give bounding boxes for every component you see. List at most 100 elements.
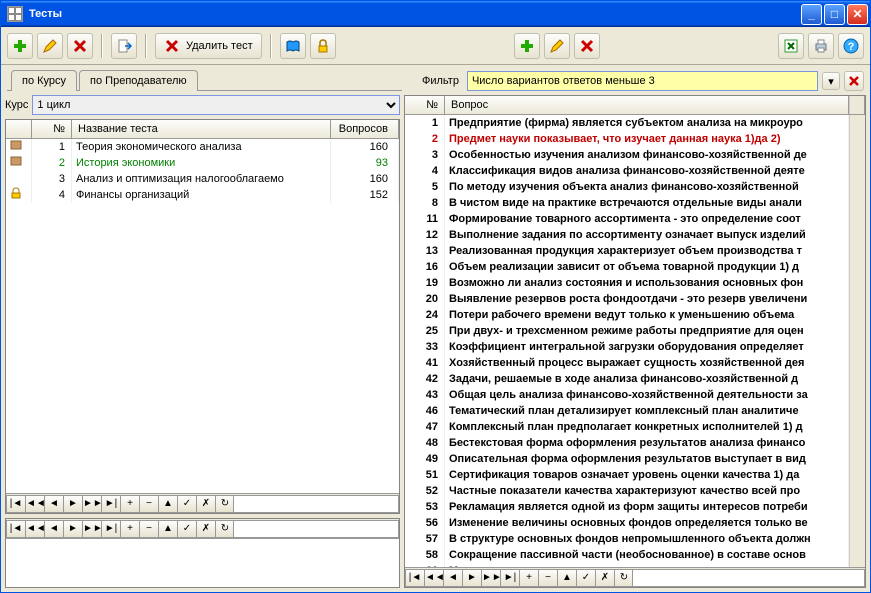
- table-row[interactable]: 57В структуре основных фондов непромышле…: [405, 531, 849, 547]
- table-row[interactable]: 25При двух- и трехсменном режиме работы …: [405, 323, 849, 339]
- nav-button[interactable]: +: [120, 520, 140, 538]
- lock-button[interactable]: [310, 33, 336, 59]
- filter-dropdown-button[interactable]: ▾: [822, 72, 840, 90]
- nav-button[interactable]: ◄: [44, 520, 64, 538]
- nav-button[interactable]: −: [538, 569, 558, 587]
- tab-by-course[interactable]: по Курсу: [11, 70, 77, 91]
- nav-button[interactable]: ✗: [196, 495, 216, 513]
- nav-button[interactable]: ►: [462, 569, 482, 587]
- add-button[interactable]: [7, 33, 33, 59]
- nav-button[interactable]: ✓: [576, 569, 596, 587]
- nav-button[interactable]: ▲: [158, 520, 178, 538]
- main-toolbar: Удалить тест ?: [1, 27, 870, 65]
- excel-button[interactable]: [778, 33, 804, 59]
- export-button[interactable]: [111, 33, 137, 59]
- nav-button[interactable]: ↻: [215, 495, 235, 513]
- col-header-num[interactable]: №: [32, 120, 72, 138]
- nav-button[interactable]: ◄◄: [25, 520, 45, 538]
- table-row[interactable]: 24Потери рабочего времени ведут только к…: [405, 307, 849, 323]
- add-question-button[interactable]: [514, 33, 540, 59]
- table-row[interactable]: 4Финансы организаций152: [6, 187, 399, 203]
- maximize-button[interactable]: □: [824, 4, 845, 25]
- nav-button[interactable]: ►|: [101, 495, 121, 513]
- table-row[interactable]: 2Предмет науки показывает, что изучает д…: [405, 131, 849, 147]
- print-button[interactable]: [808, 33, 834, 59]
- delete-question-button[interactable]: [574, 33, 600, 59]
- nav-button[interactable]: ↻: [215, 520, 235, 538]
- nav-button[interactable]: ►|: [500, 569, 520, 587]
- table-row[interactable]: 49Описательная форма оформления результа…: [405, 451, 849, 467]
- table-row[interactable]: 5По методу изучения объекта анализ финан…: [405, 179, 849, 195]
- nav-button[interactable]: ▲: [557, 569, 577, 587]
- nav-button[interactable]: ▲: [158, 495, 178, 513]
- nav-button[interactable]: +: [120, 495, 140, 513]
- nav-button[interactable]: −: [139, 495, 159, 513]
- nav-button[interactable]: ►: [63, 495, 83, 513]
- help-button[interactable]: ?: [838, 33, 864, 59]
- nav-button[interactable]: |◄: [6, 520, 26, 538]
- table-row[interactable]: 19Возможно ли анализ состояния и использ…: [405, 275, 849, 291]
- nav-button[interactable]: ✓: [177, 520, 197, 538]
- table-row[interactable]: 4Классификация видов анализа финансово-х…: [405, 163, 849, 179]
- nav-button[interactable]: ◄: [443, 569, 463, 587]
- table-row[interactable]: 20Выявление резервов роста фондоотдачи -…: [405, 291, 849, 307]
- close-button[interactable]: ✕: [847, 4, 868, 25]
- nav-button[interactable]: +: [519, 569, 539, 587]
- table-row[interactable]: 52Частные показатели качества характериз…: [405, 483, 849, 499]
- table-row[interactable]: 46Тематический план детализирует комплек…: [405, 403, 849, 419]
- table-row[interactable]: 1Предприятие (фирма) является субъектом …: [405, 115, 849, 131]
- view-tabs: по Курсу по Преподавателю: [7, 69, 402, 91]
- table-row[interactable]: 43Общая цель анализа финансово-хозяйстве…: [405, 387, 849, 403]
- table-row[interactable]: 51Сертификация товаров означает уровень …: [405, 467, 849, 483]
- table-row[interactable]: 1Теория экономического анализа160: [6, 139, 399, 155]
- nav-button[interactable]: ◄: [44, 495, 64, 513]
- nav-button[interactable]: |◄: [6, 495, 26, 513]
- table-row[interactable]: 41Хозяйственный процесс выражает сущност…: [405, 355, 849, 371]
- table-row[interactable]: 16Объем реализации зависит от объема тов…: [405, 259, 849, 275]
- table-row[interactable]: 8В чистом виде на практике встречаются о…: [405, 195, 849, 211]
- col-header-qnum[interactable]: №: [405, 96, 445, 114]
- nav-button[interactable]: ◄◄: [424, 569, 444, 587]
- table-row[interactable]: 12Выполнение задания по ассортименту озн…: [405, 227, 849, 243]
- table-row[interactable]: 13Реализованная продукция характеризует …: [405, 243, 849, 259]
- nav-button[interactable]: ◄◄: [25, 495, 45, 513]
- nav-button[interactable]: ↻: [614, 569, 634, 587]
- table-row[interactable]: 48Бестекстовая форма оформления результа…: [405, 435, 849, 451]
- nav-button[interactable]: ►|: [101, 520, 121, 538]
- nav-button[interactable]: ►: [63, 520, 83, 538]
- table-row[interactable]: 11Формирование товарного ассортимента - …: [405, 211, 849, 227]
- edit-question-button[interactable]: [544, 33, 570, 59]
- table-row[interactable]: 58Сокращение пассивной части (необоснова…: [405, 547, 849, 563]
- nav-button[interactable]: −: [139, 520, 159, 538]
- table-row[interactable]: 56Изменение величины основных фондов опр…: [405, 515, 849, 531]
- nav-button[interactable]: |◄: [405, 569, 425, 587]
- nav-button[interactable]: ✓: [177, 495, 197, 513]
- table-row[interactable]: 2История экономики93: [6, 155, 399, 171]
- tests-grid-nav: |◄◄◄◄►►►►|+−▲✓✗↻: [6, 493, 399, 513]
- col-header-questions[interactable]: Вопросов: [331, 120, 399, 138]
- minimize-button[interactable]: _: [801, 4, 822, 25]
- nav-button[interactable]: ✗: [595, 569, 615, 587]
- course-select[interactable]: 1 цикл: [32, 95, 400, 115]
- filter-clear-button[interactable]: [844, 71, 864, 91]
- nav-button[interactable]: ✗: [196, 520, 216, 538]
- edit-button[interactable]: [37, 33, 63, 59]
- col-header-name[interactable]: Название теста: [72, 120, 331, 138]
- filter-input[interactable]: [467, 71, 818, 91]
- vertical-scrollbar[interactable]: [849, 115, 865, 567]
- nav-button[interactable]: ►►: [82, 520, 102, 538]
- filter-label: Фильтр: [422, 75, 459, 87]
- col-header-question[interactable]: Вопрос: [445, 96, 849, 114]
- delete-button[interactable]: [67, 33, 93, 59]
- book-button[interactable]: [280, 33, 306, 59]
- table-row[interactable]: 3Особенностью изучения анализом финансов…: [405, 147, 849, 163]
- table-row[interactable]: 3Анализ и оптимизация налогооблагаемо160: [6, 171, 399, 187]
- table-row[interactable]: 53Рекламация является одной из форм защи…: [405, 499, 849, 515]
- table-row[interactable]: 42Задачи, решаемые в ходе анализа финанс…: [405, 371, 849, 387]
- table-row[interactable]: 33Коэффициент интегральной загрузки обор…: [405, 339, 849, 355]
- nav-button[interactable]: ►►: [481, 569, 501, 587]
- nav-button[interactable]: ►►: [82, 495, 102, 513]
- table-row[interactable]: 47Комплексный план предполагает конкретн…: [405, 419, 849, 435]
- delete-test-button[interactable]: Удалить тест: [155, 33, 262, 59]
- tab-by-teacher[interactable]: по Преподавателю: [79, 70, 198, 91]
